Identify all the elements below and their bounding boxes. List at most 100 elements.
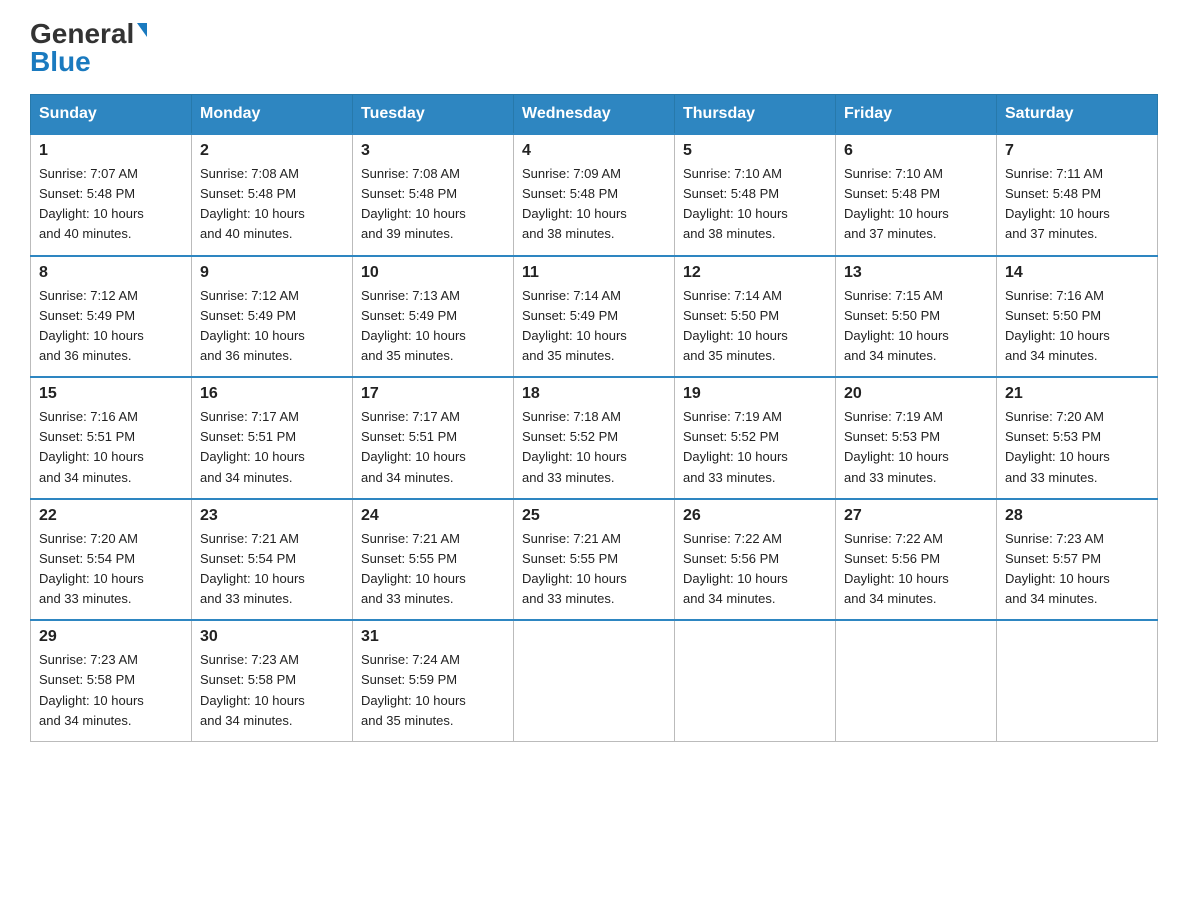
- day-number: 27: [844, 507, 988, 525]
- day-info: Sunrise: 7:16 AM Sunset: 5:50 PM Dayligh…: [1005, 286, 1149, 367]
- calendar-day-cell: 4 Sunrise: 7:09 AM Sunset: 5:48 PM Dayli…: [514, 134, 675, 256]
- day-number: 13: [844, 264, 988, 282]
- day-info: Sunrise: 7:23 AM Sunset: 5:58 PM Dayligh…: [200, 650, 344, 731]
- day-number: 4: [522, 142, 666, 160]
- calendar-day-cell: 31 Sunrise: 7:24 AM Sunset: 5:59 PM Dayl…: [353, 620, 514, 741]
- logo-triangle-icon: [137, 23, 147, 37]
- calendar-day-cell: 10 Sunrise: 7:13 AM Sunset: 5:49 PM Dayl…: [353, 256, 514, 378]
- day-number: 28: [1005, 507, 1149, 525]
- day-info: Sunrise: 7:23 AM Sunset: 5:57 PM Dayligh…: [1005, 529, 1149, 610]
- weekday-header-thursday: Thursday: [675, 95, 836, 135]
- day-number: 7: [1005, 142, 1149, 160]
- calendar-day-cell: 8 Sunrise: 7:12 AM Sunset: 5:49 PM Dayli…: [31, 256, 192, 378]
- calendar-week-row: 29 Sunrise: 7:23 AM Sunset: 5:58 PM Dayl…: [31, 620, 1158, 741]
- day-number: 18: [522, 385, 666, 403]
- calendar-day-cell: 16 Sunrise: 7:17 AM Sunset: 5:51 PM Dayl…: [192, 377, 353, 499]
- day-number: 1: [39, 142, 183, 160]
- weekday-header-monday: Monday: [192, 95, 353, 135]
- day-number: 26: [683, 507, 827, 525]
- day-info: Sunrise: 7:22 AM Sunset: 5:56 PM Dayligh…: [683, 529, 827, 610]
- weekday-header-row: SundayMondayTuesdayWednesdayThursdayFrid…: [31, 95, 1158, 135]
- day-number: 20: [844, 385, 988, 403]
- calendar-day-cell: 6 Sunrise: 7:10 AM Sunset: 5:48 PM Dayli…: [836, 134, 997, 256]
- day-info: Sunrise: 7:14 AM Sunset: 5:49 PM Dayligh…: [522, 286, 666, 367]
- calendar-day-cell: 17 Sunrise: 7:17 AM Sunset: 5:51 PM Dayl…: [353, 377, 514, 499]
- day-number: 19: [683, 385, 827, 403]
- day-number: 22: [39, 507, 183, 525]
- calendar-day-cell: 28 Sunrise: 7:23 AM Sunset: 5:57 PM Dayl…: [997, 499, 1158, 621]
- weekday-header-friday: Friday: [836, 95, 997, 135]
- calendar-day-cell: 21 Sunrise: 7:20 AM Sunset: 5:53 PM Dayl…: [997, 377, 1158, 499]
- calendar-day-cell: 14 Sunrise: 7:16 AM Sunset: 5:50 PM Dayl…: [997, 256, 1158, 378]
- day-info: Sunrise: 7:18 AM Sunset: 5:52 PM Dayligh…: [522, 407, 666, 488]
- day-number: 23: [200, 507, 344, 525]
- day-number: 12: [683, 264, 827, 282]
- day-info: Sunrise: 7:10 AM Sunset: 5:48 PM Dayligh…: [844, 164, 988, 245]
- day-info: Sunrise: 7:20 AM Sunset: 5:53 PM Dayligh…: [1005, 407, 1149, 488]
- calendar-day-cell: 15 Sunrise: 7:16 AM Sunset: 5:51 PM Dayl…: [31, 377, 192, 499]
- calendar-day-cell: 5 Sunrise: 7:10 AM Sunset: 5:48 PM Dayli…: [675, 134, 836, 256]
- calendar-day-cell: 26 Sunrise: 7:22 AM Sunset: 5:56 PM Dayl…: [675, 499, 836, 621]
- calendar-day-cell: 7 Sunrise: 7:11 AM Sunset: 5:48 PM Dayli…: [997, 134, 1158, 256]
- calendar-day-cell: 24 Sunrise: 7:21 AM Sunset: 5:55 PM Dayl…: [353, 499, 514, 621]
- calendar-week-row: 8 Sunrise: 7:12 AM Sunset: 5:49 PM Dayli…: [31, 256, 1158, 378]
- day-info: Sunrise: 7:12 AM Sunset: 5:49 PM Dayligh…: [200, 286, 344, 367]
- day-info: Sunrise: 7:10 AM Sunset: 5:48 PM Dayligh…: [683, 164, 827, 245]
- logo-blue-text: Blue: [30, 48, 91, 76]
- calendar-day-cell: 2 Sunrise: 7:08 AM Sunset: 5:48 PM Dayli…: [192, 134, 353, 256]
- calendar-week-row: 1 Sunrise: 7:07 AM Sunset: 5:48 PM Dayli…: [31, 134, 1158, 256]
- calendar-day-cell: [675, 620, 836, 741]
- day-info: Sunrise: 7:13 AM Sunset: 5:49 PM Dayligh…: [361, 286, 505, 367]
- day-number: 8: [39, 264, 183, 282]
- day-info: Sunrise: 7:15 AM Sunset: 5:50 PM Dayligh…: [844, 286, 988, 367]
- calendar-day-cell: 20 Sunrise: 7:19 AM Sunset: 5:53 PM Dayl…: [836, 377, 997, 499]
- page-header: General Blue: [30, 20, 1158, 76]
- calendar-day-cell: 18 Sunrise: 7:18 AM Sunset: 5:52 PM Dayl…: [514, 377, 675, 499]
- day-info: Sunrise: 7:08 AM Sunset: 5:48 PM Dayligh…: [200, 164, 344, 245]
- logo-general-text: General: [30, 20, 134, 48]
- calendar-day-cell: 1 Sunrise: 7:07 AM Sunset: 5:48 PM Dayli…: [31, 134, 192, 256]
- day-info: Sunrise: 7:21 AM Sunset: 5:55 PM Dayligh…: [361, 529, 505, 610]
- day-number: 11: [522, 264, 666, 282]
- day-number: 5: [683, 142, 827, 160]
- calendar-day-cell: [514, 620, 675, 741]
- day-info: Sunrise: 7:19 AM Sunset: 5:53 PM Dayligh…: [844, 407, 988, 488]
- day-number: 14: [1005, 264, 1149, 282]
- day-number: 21: [1005, 385, 1149, 403]
- calendar-week-row: 22 Sunrise: 7:20 AM Sunset: 5:54 PM Dayl…: [31, 499, 1158, 621]
- day-number: 6: [844, 142, 988, 160]
- day-number: 15: [39, 385, 183, 403]
- day-info: Sunrise: 7:11 AM Sunset: 5:48 PM Dayligh…: [1005, 164, 1149, 245]
- day-info: Sunrise: 7:17 AM Sunset: 5:51 PM Dayligh…: [361, 407, 505, 488]
- day-number: 24: [361, 507, 505, 525]
- day-info: Sunrise: 7:24 AM Sunset: 5:59 PM Dayligh…: [361, 650, 505, 731]
- day-info: Sunrise: 7:07 AM Sunset: 5:48 PM Dayligh…: [39, 164, 183, 245]
- day-number: 30: [200, 628, 344, 646]
- day-number: 3: [361, 142, 505, 160]
- day-info: Sunrise: 7:19 AM Sunset: 5:52 PM Dayligh…: [683, 407, 827, 488]
- calendar-day-cell: 13 Sunrise: 7:15 AM Sunset: 5:50 PM Dayl…: [836, 256, 997, 378]
- calendar-table: SundayMondayTuesdayWednesdayThursdayFrid…: [30, 94, 1158, 742]
- weekday-header-tuesday: Tuesday: [353, 95, 514, 135]
- weekday-header-sunday: Sunday: [31, 95, 192, 135]
- day-info: Sunrise: 7:21 AM Sunset: 5:54 PM Dayligh…: [200, 529, 344, 610]
- day-info: Sunrise: 7:17 AM Sunset: 5:51 PM Dayligh…: [200, 407, 344, 488]
- day-number: 25: [522, 507, 666, 525]
- weekday-header-saturday: Saturday: [997, 95, 1158, 135]
- day-info: Sunrise: 7:08 AM Sunset: 5:48 PM Dayligh…: [361, 164, 505, 245]
- day-number: 29: [39, 628, 183, 646]
- day-info: Sunrise: 7:09 AM Sunset: 5:48 PM Dayligh…: [522, 164, 666, 245]
- calendar-day-cell: 29 Sunrise: 7:23 AM Sunset: 5:58 PM Dayl…: [31, 620, 192, 741]
- day-number: 9: [200, 264, 344, 282]
- logo: General Blue: [30, 20, 147, 76]
- day-info: Sunrise: 7:22 AM Sunset: 5:56 PM Dayligh…: [844, 529, 988, 610]
- calendar-day-cell: 22 Sunrise: 7:20 AM Sunset: 5:54 PM Dayl…: [31, 499, 192, 621]
- calendar-day-cell: 19 Sunrise: 7:19 AM Sunset: 5:52 PM Dayl…: [675, 377, 836, 499]
- calendar-day-cell: 25 Sunrise: 7:21 AM Sunset: 5:55 PM Dayl…: [514, 499, 675, 621]
- calendar-day-cell: 11 Sunrise: 7:14 AM Sunset: 5:49 PM Dayl…: [514, 256, 675, 378]
- calendar-week-row: 15 Sunrise: 7:16 AM Sunset: 5:51 PM Dayl…: [31, 377, 1158, 499]
- day-info: Sunrise: 7:20 AM Sunset: 5:54 PM Dayligh…: [39, 529, 183, 610]
- calendar-day-cell: 9 Sunrise: 7:12 AM Sunset: 5:49 PM Dayli…: [192, 256, 353, 378]
- calendar-day-cell: [997, 620, 1158, 741]
- calendar-day-cell: 30 Sunrise: 7:23 AM Sunset: 5:58 PM Dayl…: [192, 620, 353, 741]
